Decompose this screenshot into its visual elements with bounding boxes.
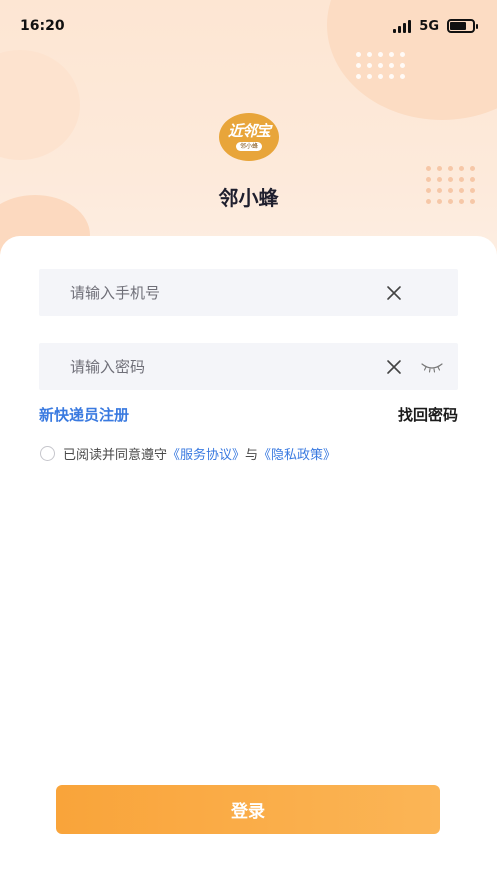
password-input[interactable] [70, 357, 360, 376]
status-bar: 16:20 5G [0, 0, 497, 52]
logo-subtext: 邻小蜂 [235, 142, 262, 151]
radio-icon[interactable] [40, 446, 55, 461]
agreement-conjunction: 与 [245, 448, 259, 463]
network-type: 5G [419, 18, 439, 34]
service-agreement-link[interactable]: 《服务协议》 [167, 444, 245, 463]
register-link[interactable]: 新快递员注册 [39, 404, 129, 425]
password-field [39, 343, 458, 390]
clear-icon[interactable] [383, 269, 405, 316]
eye-closed-icon[interactable] [419, 343, 445, 390]
phone-input[interactable] [70, 283, 360, 302]
login-button[interactable]: 登录 [56, 785, 440, 834]
app-name: 邻小蜂 [218, 186, 279, 210]
privacy-policy-link[interactable]: 《隐私政策》 [258, 444, 336, 463]
forgot-password-link[interactable]: 找回密码 [398, 404, 458, 425]
app-logo: 近邻宝 邻小蜂 [219, 113, 279, 161]
decor-circle [0, 50, 80, 160]
battery-icon [447, 19, 478, 33]
clear-icon[interactable] [383, 343, 405, 390]
decor-dots [356, 52, 405, 79]
status-time: 16:20 [20, 18, 65, 34]
signal-icon [393, 19, 412, 33]
agreement-prefix: 已阅读并同意遵守 [63, 448, 168, 463]
status-indicators: 5G [393, 18, 478, 34]
logo-text: 近邻宝 [227, 122, 271, 140]
agreement-row: 已阅读并同意遵守 《服务协议》 与 《隐私政策》 [40, 444, 336, 463]
phone-field [39, 269, 458, 316]
